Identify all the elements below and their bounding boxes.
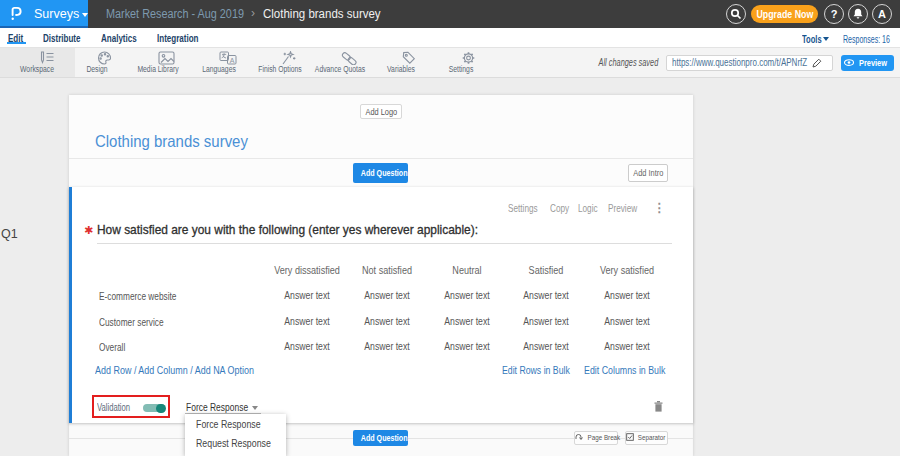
svg-text:A: A [230, 57, 235, 64]
